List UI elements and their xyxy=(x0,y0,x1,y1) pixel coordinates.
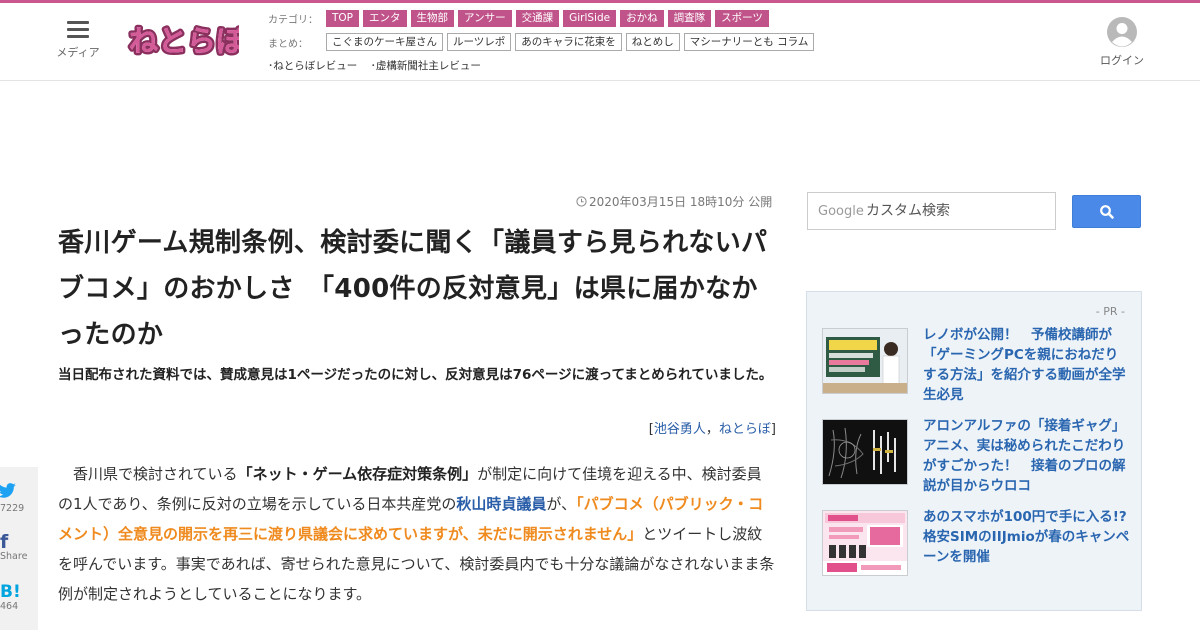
twitter-share-button[interactable]: 7229 xyxy=(0,483,38,515)
pr-title[interactable]: アロンアルファの「接着ギャグ」アニメ、実は秘められたこだわりがすごかった！ 接着… xyxy=(923,416,1131,496)
hatena-count: 464 xyxy=(0,601,19,612)
logo-wordmark-fill: ねとらぼ xyxy=(129,24,239,58)
review-link-netorabo[interactable]: ･ねとらぼレビュー xyxy=(268,60,357,72)
pr-thumbnail-lenovo[interactable] xyxy=(822,328,908,394)
search-button[interactable] xyxy=(1072,195,1141,228)
category-top[interactable]: TOP xyxy=(326,10,360,27)
pr-label: - PR - xyxy=(1095,305,1125,318)
matome-hanataba[interactable]: あのキャラに花束を xyxy=(515,33,622,51)
clock-icon xyxy=(576,196,587,207)
twitter-icon xyxy=(0,483,16,498)
byline-separator: ， xyxy=(705,422,719,437)
custom-search-field[interactable]: Google xyxy=(807,192,1056,230)
login-label: ログイン xyxy=(1100,54,1144,67)
matome-label: まとめ： xyxy=(268,38,308,50)
category-seibutsubu[interactable]: 生物部 xyxy=(410,10,455,27)
media-menu-label: メディア xyxy=(56,46,100,59)
article-lead: 当日配布された資料では、賛成意見は1ページだったのに対し、反対意見は76ページに… xyxy=(58,367,773,383)
category-enta[interactable]: エンタ xyxy=(363,10,407,27)
ordinance-name: 「ネット・ゲーム依存症対策条例」 xyxy=(237,465,478,483)
body-text-segment: 香川県で検討されている xyxy=(73,465,238,483)
category-okane[interactable]: おかね xyxy=(620,10,664,27)
pr-title[interactable]: レノボが公開！ 予備校講師が「ゲーミングPCを親におねだりする方法」を紹介する動… xyxy=(923,325,1131,405)
publisher-link[interactable]: ねとらぼ xyxy=(719,422,771,437)
site-logo[interactable]: ねとらぼ ねとらぼ xyxy=(127,17,249,63)
matome-koguma[interactable]: こぐまのケーキ屋さん xyxy=(326,33,443,51)
body-text-segment: が、 xyxy=(546,495,577,513)
facebook-icon: f xyxy=(0,531,9,553)
hatena-bookmark-icon: B! xyxy=(0,582,21,602)
article-title: 香川ゲーム規制条例、検討委に聞く「議員すら見られないパブコメ」のおかしさ 「40… xyxy=(58,228,768,350)
article-body-paragraph: 香川県で検討されている「ネット・ゲーム依存症対策条例」が制定に向けて佳境を迎える… xyxy=(58,459,776,609)
review-links: ･ねとらぼレビュー ･虚構新聞社主レビュー xyxy=(268,58,491,73)
category-kotsuka[interactable]: 交通課 xyxy=(515,10,560,27)
councilor-link[interactable]: 秋山時貞議員 xyxy=(456,495,546,513)
facebook-share-label: Share xyxy=(0,551,28,562)
category-sports[interactable]: スポーツ xyxy=(715,10,769,27)
byline: [池谷勇人，ねとらぼ] xyxy=(649,418,776,437)
category-nav: カテゴリ： TOP エンタ 生物部 アンサー 交通課 GirlSide おかね … xyxy=(268,10,773,27)
category-chosatai[interactable]: 調査隊 xyxy=(667,10,712,27)
user-avatar-icon xyxy=(1107,17,1137,47)
pr-thumbnail-iijmio[interactable] xyxy=(822,510,908,576)
matome-machinery-column[interactable]: マシーナリーとも コラム xyxy=(683,33,815,51)
facebook-share-button[interactable]: f Share xyxy=(0,533,38,563)
byline-close: ] xyxy=(770,422,776,437)
site-header: メディア ねとらぼ ねとらぼ カテゴリ： TOP エンタ 生物部 アンサー 交通… xyxy=(0,3,1200,81)
author-link[interactable]: 池谷勇人 xyxy=(654,422,706,437)
twitter-count: 7229 xyxy=(0,503,25,514)
google-label: Google xyxy=(818,204,864,219)
matome-nav: まとめ： こぐまのケーキ屋さん ルーツレポ あのキャラに花束を ねとめし マシー… xyxy=(268,33,818,51)
media-menu-button[interactable]: メディア xyxy=(52,21,104,60)
publish-date: 2020年03月15日 18時10分 公開 xyxy=(576,193,772,210)
matome-netomeshi[interactable]: ねとめし xyxy=(625,33,680,51)
login-button[interactable]: ログイン xyxy=(1098,17,1146,68)
share-bar: 7229 f Share B! 464 xyxy=(0,467,38,630)
search-icon xyxy=(1100,205,1114,219)
hamburger-icon xyxy=(67,21,89,39)
matome-rootsrepo[interactable]: ルーツレポ xyxy=(447,33,512,51)
category-girlside[interactable]: GirlSide xyxy=(563,10,617,27)
category-answer[interactable]: アンサー xyxy=(458,10,512,27)
publish-date-text: 2020年03月15日 18時10分 公開 xyxy=(589,195,773,209)
pr-thumbnail-aronalpha[interactable] xyxy=(822,419,908,485)
category-label: カテゴリ： xyxy=(268,15,318,26)
review-link-kyoko[interactable]: ･虚構新聞社主レビュー xyxy=(371,60,481,72)
search-input[interactable] xyxy=(866,200,1046,222)
pr-box: - PR - レノボが公開！ 予備校講師が「ゲーミングPCを親におねだりする方法… xyxy=(806,291,1142,611)
hatena-bookmark-button[interactable]: B! 464 xyxy=(0,583,38,613)
pr-title[interactable]: あのスマホが100円で手に入る!? 格安SIMのIIJmioが春のキャンペーンを… xyxy=(923,507,1140,567)
